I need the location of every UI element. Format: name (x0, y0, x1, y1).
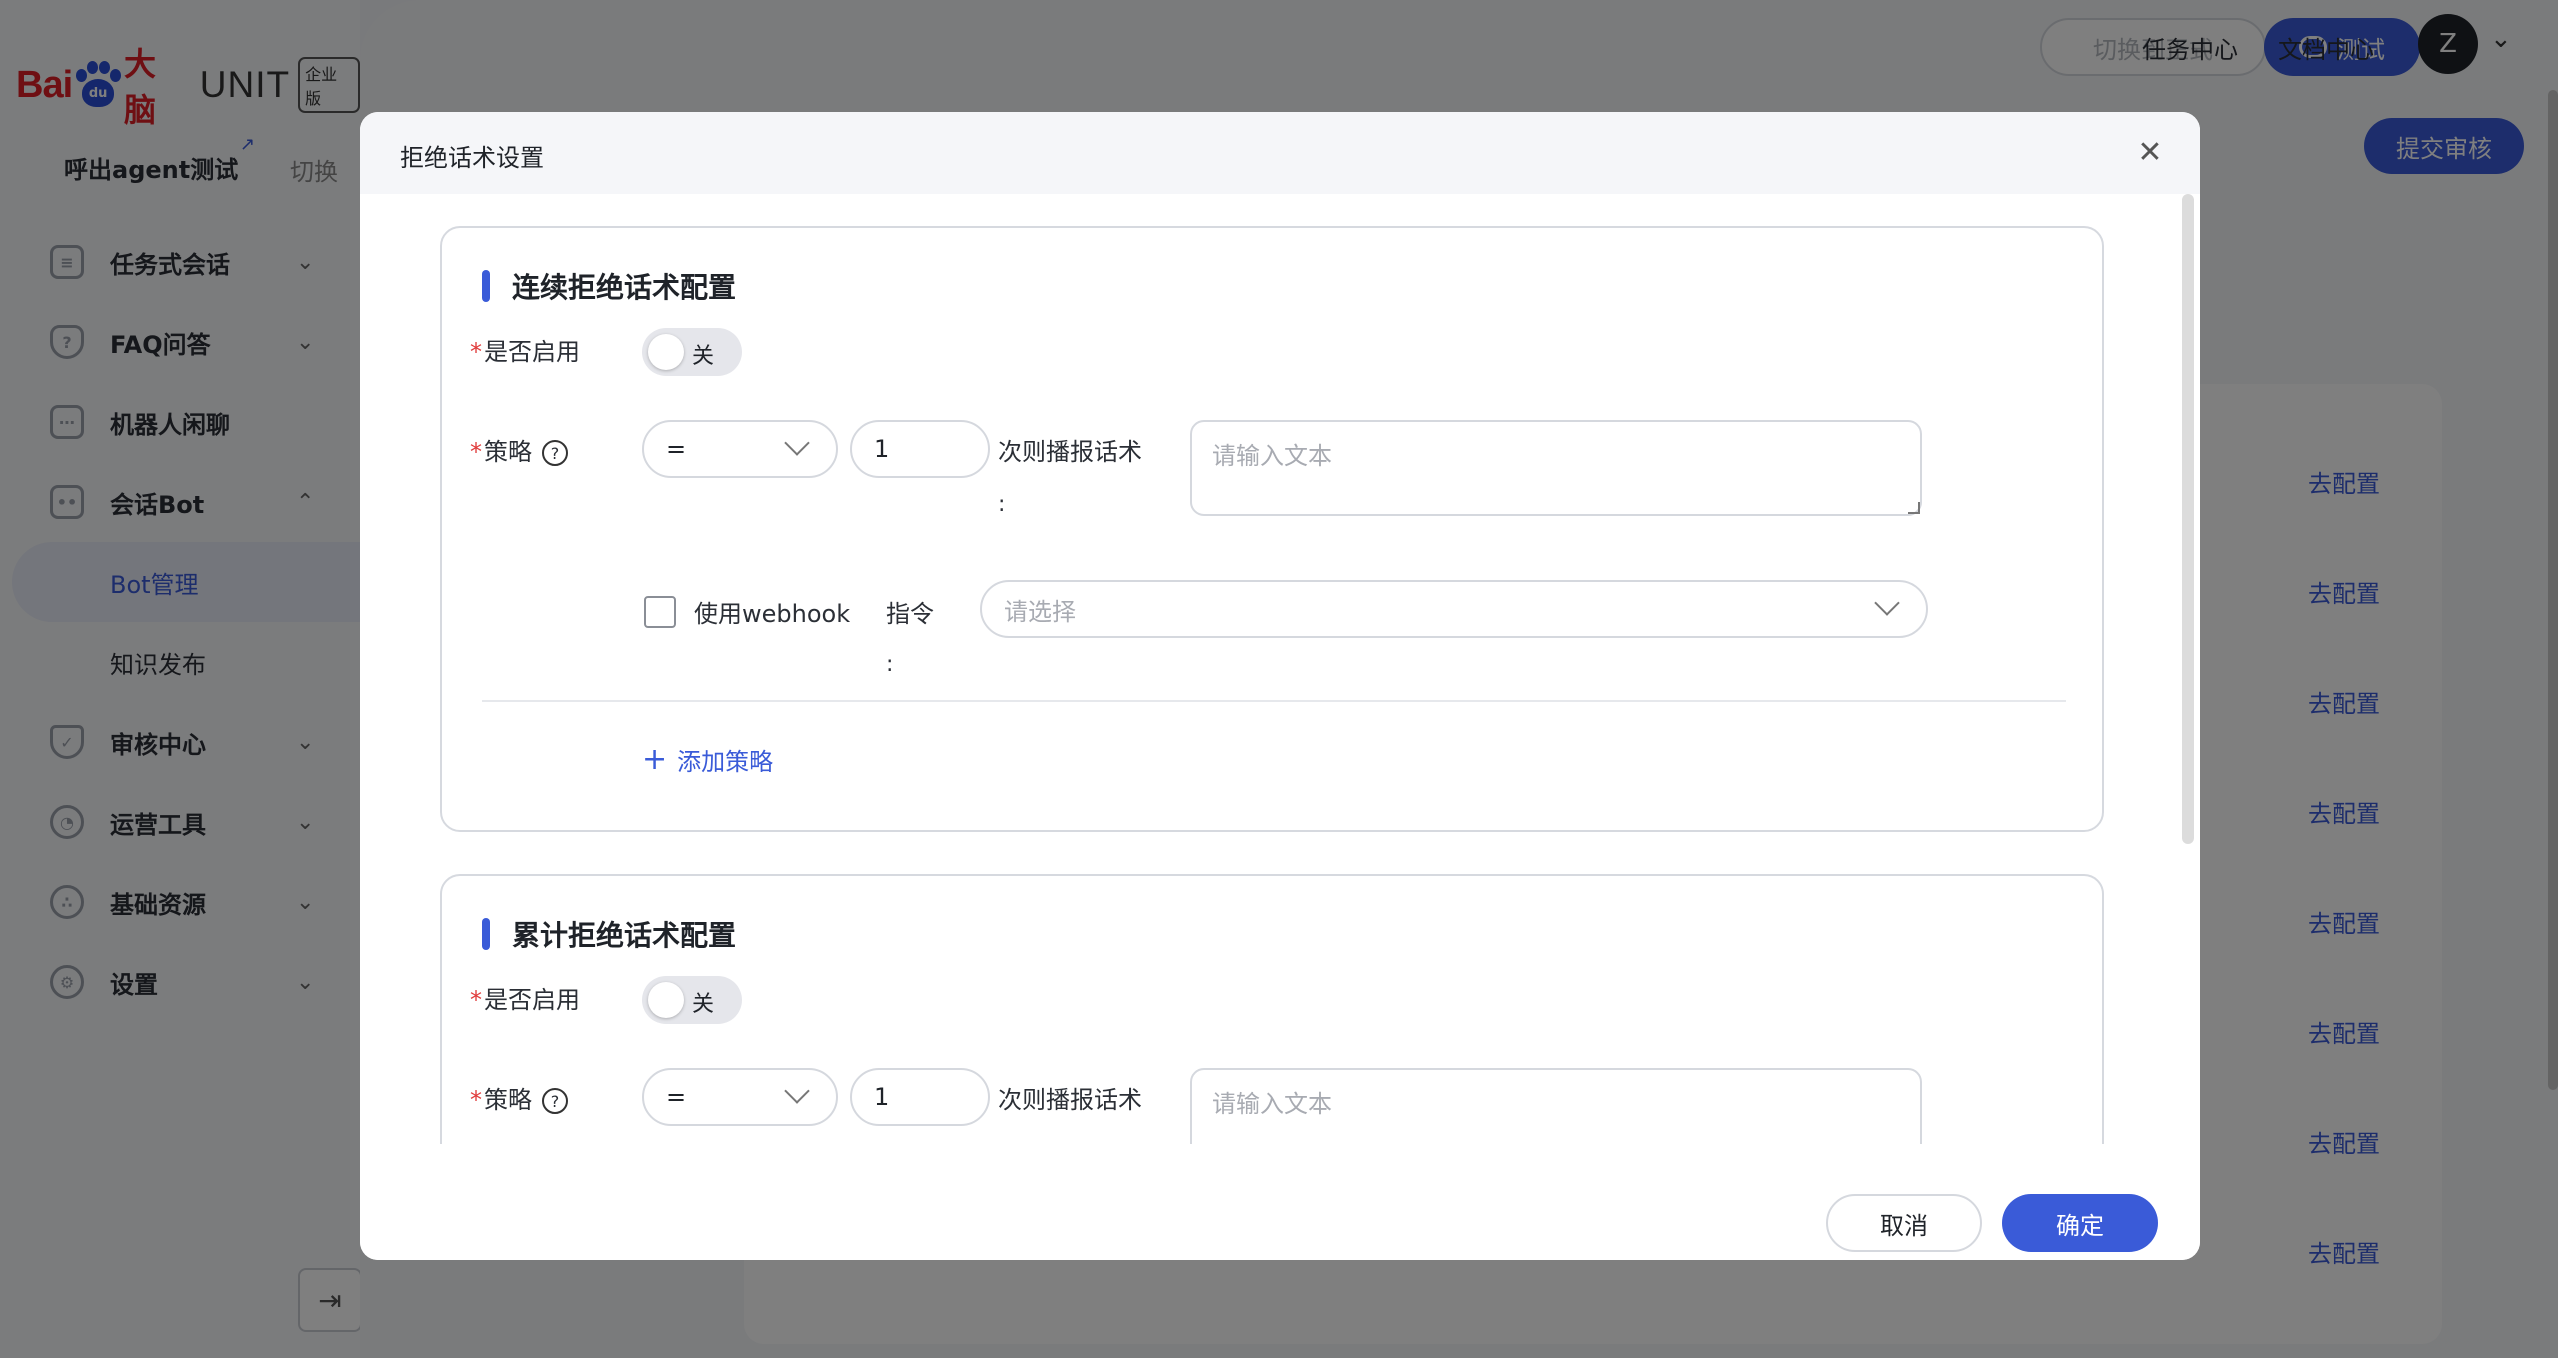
count-input[interactable]: 1 (850, 1068, 990, 1126)
command-select[interactable]: 请选择 (980, 580, 1928, 638)
strategy-label: *策略? (470, 1080, 568, 1115)
chevron-down-icon (1874, 590, 1900, 616)
broadcast-label: 次则播报话术 (998, 1086, 1142, 1114)
broadcast-label: 次则播报话术 (998, 438, 1142, 466)
help-icon[interactable]: ? (542, 1088, 568, 1114)
section-title: 累计拒绝话术配置 (482, 914, 736, 954)
close-icon[interactable]: ✕ (2130, 132, 2170, 172)
strategy-label: *策略? (470, 432, 568, 467)
speech-text-input[interactable]: 请输入文本 (1190, 1068, 1922, 1144)
use-webhook-label: 使用webhook (694, 600, 851, 628)
resize-handle[interactable] (1908, 502, 1920, 514)
enable-label: *是否启用 (470, 986, 580, 1014)
plus-icon: + (642, 742, 668, 777)
section-divider (482, 700, 2066, 702)
dialog-title: 拒绝话术设置 (400, 144, 544, 172)
dialog-footer: 取消 确定 (360, 1144, 2200, 1260)
operator-select[interactable]: = (642, 1068, 838, 1126)
cancel-button[interactable]: 取消 (1826, 1194, 1982, 1252)
dialog-body: 连续拒绝话术配置 *是否启用 关 *策略? = 1 次则播报话术 : 请输入文本… (360, 194, 2180, 1144)
operator-select[interactable]: = (642, 420, 838, 478)
count-input[interactable]: 1 (850, 420, 990, 478)
enable-label: *是否启用 (470, 338, 580, 366)
confirm-button[interactable]: 确定 (2002, 1194, 2158, 1252)
use-webhook-checkbox[interactable] (644, 596, 676, 628)
cumulative-reject-section: 累计拒绝话术配置 *是否启用 关 *策略? = 1 次则播报话术 请输入文本 (440, 874, 2104, 1144)
label-colon: : (886, 652, 894, 677)
enable-toggle[interactable]: 关 (642, 328, 742, 376)
toggle-knob (648, 982, 684, 1018)
label-colon: : (998, 492, 1006, 517)
dialog-header: 拒绝话术设置 ✕ (360, 112, 2200, 194)
enable-toggle[interactable]: 关 (642, 976, 742, 1024)
chevron-down-icon (784, 1078, 810, 1104)
add-strategy-button[interactable]: + 添加策略 (642, 742, 773, 777)
reject-speech-settings-dialog: 拒绝话术设置 ✕ 连续拒绝话术配置 *是否启用 关 *策略? = 1 次则播报话… (360, 112, 2200, 1260)
chevron-down-icon (784, 430, 810, 456)
speech-text-input[interactable]: 请输入文本 (1190, 420, 1922, 516)
dialog-scrollbar[interactable] (2182, 194, 2194, 844)
help-icon[interactable]: ? (542, 440, 568, 466)
section-title: 连续拒绝话术配置 (482, 266, 736, 306)
command-label: 指令 (886, 600, 934, 628)
consecutive-reject-section: 连续拒绝话术配置 *是否启用 关 *策略? = 1 次则播报话术 : 请输入文本… (440, 226, 2104, 832)
toggle-knob (648, 334, 684, 370)
